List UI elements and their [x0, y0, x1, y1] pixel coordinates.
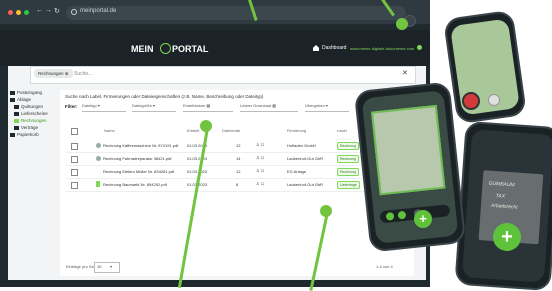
forward-arrow-icon[interactable]: → [45, 7, 52, 14]
phone-screen [450, 18, 520, 116]
phone-top [442, 9, 528, 125]
file-size: 12 [236, 169, 241, 174]
share-icon[interactable]: ♙ ☐ [256, 142, 264, 147]
search-placeholder: Suche... [74, 71, 93, 77]
file-name[interactable]: Rechnung Baumarkt Nr. 894292.pdf [103, 182, 167, 187]
chevron-down-icon: ▾ [110, 264, 113, 269]
file-size: 12 [236, 143, 241, 148]
file-icon [96, 156, 101, 161]
search-hint: Suche nach Label, Firmierungen oder Date… [65, 94, 264, 99]
close-icon[interactable]: ✕ [402, 69, 408, 77]
created-date: 01.03.2023 [187, 156, 208, 161]
folder-icon [10, 98, 15, 102]
user-link[interactable]: www.meine-digitale-dokumente.com [350, 46, 414, 51]
share-icon[interactable]: ♙ ☐ [256, 181, 264, 186]
file-size: 14 [236, 156, 241, 161]
chart-icon [96, 181, 100, 187]
column-header-size[interactable]: Dateiende [222, 128, 240, 133]
select-all-checkbox[interactable] [71, 128, 78, 135]
minimize-window-button[interactable] [16, 10, 21, 15]
filter-created-date[interactable]: Erstelldatum ▦ [183, 103, 233, 112]
row-checkbox[interactable] [71, 156, 78, 163]
url-text: meinportal.de [80, 8, 117, 14]
sidebar-item-trash[interactable]: Papierkorb [17, 132, 39, 137]
file-name[interactable]: Rechnung Fahrradreparatur 38421.pdf [103, 156, 172, 161]
close-window-button[interactable] [8, 10, 13, 15]
label-tag[interactable]: Rechnung [337, 168, 359, 176]
folder-icon [14, 119, 19, 123]
column-header-company[interactable]: Firmierung [287, 128, 306, 133]
row-checkbox[interactable] [71, 169, 78, 176]
back-arrow-icon[interactable]: ← [36, 7, 43, 14]
row-checkbox[interactable] [71, 143, 78, 150]
folder-icon [14, 105, 19, 109]
sidebar-item-invoices[interactable]: Rechnungen [21, 118, 47, 123]
callout-dot [396, 18, 408, 30]
filter-label-text: Dateigröße [132, 103, 152, 108]
filter-file-size[interactable]: Dateigröße ▾ [132, 103, 176, 112]
phone-right: GUMBAUM TAX Arbeitsrecht [454, 120, 552, 291]
file-name[interactable]: Rechnung Elektro Müller Nr. 834281.pdf [103, 169, 174, 174]
folder-icon [14, 126, 19, 130]
scan-frame [371, 104, 446, 196]
company-name: EG Anlage [287, 169, 307, 174]
company-name: Hofladen GmbH [287, 143, 316, 148]
filter-shared[interactable]: Übergeben ▾ [305, 103, 349, 112]
phone-screen [361, 90, 459, 244]
share-icon[interactable]: ♙ ☐ [256, 155, 264, 160]
company-name: Laubenhof-Gut GbR [287, 182, 324, 187]
chip-label: Rechnungen [38, 71, 64, 76]
filter-label-text: Erstelldatum [183, 103, 206, 108]
filter-file-type[interactable]: Dateityp ▾ [82, 103, 126, 112]
file-icon [96, 143, 101, 148]
phone-screen: GUMBAUM TAX Arbeitsrecht [461, 129, 552, 283]
label-tag[interactable]: Rechnung [337, 142, 359, 150]
address-bar[interactable] [66, 6, 406, 20]
label-tag[interactable]: Lieferfrage [337, 181, 360, 189]
reload-icon[interactable]: ↻ [54, 7, 60, 15]
column-header-created[interactable]: Erstellt [187, 128, 199, 133]
filter-last-download[interactable]: Letzter Download ▦ [240, 103, 298, 112]
column-header-label[interactable]: Label [337, 128, 347, 133]
filter-label-text: Übergeben [305, 103, 325, 108]
add-scan-button[interactable]: + [414, 210, 432, 228]
filter-label-text: Dateityp [82, 103, 97, 108]
column-header-name[interactable]: Name [104, 128, 115, 133]
dashboard-link[interactable]: Dashboard [322, 45, 346, 51]
brand-logo-icon [160, 43, 171, 54]
sidebar-item-archive[interactable]: Ablage [17, 97, 31, 102]
maximize-window-button[interactable] [24, 10, 29, 15]
filter-label: Filter: [65, 104, 78, 109]
company-name: Laubenhof-Gut GbR [287, 156, 324, 161]
callout-dot [200, 120, 212, 132]
share-icon[interactable]: ♙ ☐ [256, 168, 264, 173]
sidebar-item-delivery-notes[interactable]: Lieferscheine [21, 111, 48, 116]
settings-icon[interactable] [488, 94, 500, 106]
filter-label-text: Letzter Download [240, 103, 272, 108]
handwritten-text: TAX [495, 193, 506, 200]
user-icon[interactable] [417, 45, 422, 50]
per-page-value: 10 [97, 264, 102, 269]
brand-logo-text-mein: MEIN [131, 44, 154, 54]
sidebar-item-receipts[interactable]: Quittungen [21, 104, 43, 109]
folder-icon [14, 112, 19, 116]
sidebar-item-inbox[interactable]: Posteingang [17, 90, 42, 95]
file-size: 8 [236, 182, 239, 187]
lock-icon [71, 9, 77, 15]
brand-logo-text-portal: PORTAL [172, 44, 209, 54]
search-filter-chip[interactable]: Rechnungen ⊗ [34, 69, 73, 78]
trash-icon [10, 133, 15, 137]
phone-front [353, 81, 467, 253]
sidebar-item-contracts[interactable]: Verträge [21, 125, 38, 130]
file-name[interactable]: Rechnung Kaffeemaschine Nr. 874191.pdf [103, 143, 178, 148]
label-tag[interactable]: Rechnung [337, 155, 359, 163]
callout-dot [320, 205, 332, 217]
add-document-button[interactable]: + [493, 223, 521, 251]
inbox-icon [10, 91, 15, 95]
row-checkbox[interactable] [71, 182, 78, 189]
record-button[interactable] [462, 92, 480, 110]
page-count: 1-4 von 4 [376, 264, 393, 269]
